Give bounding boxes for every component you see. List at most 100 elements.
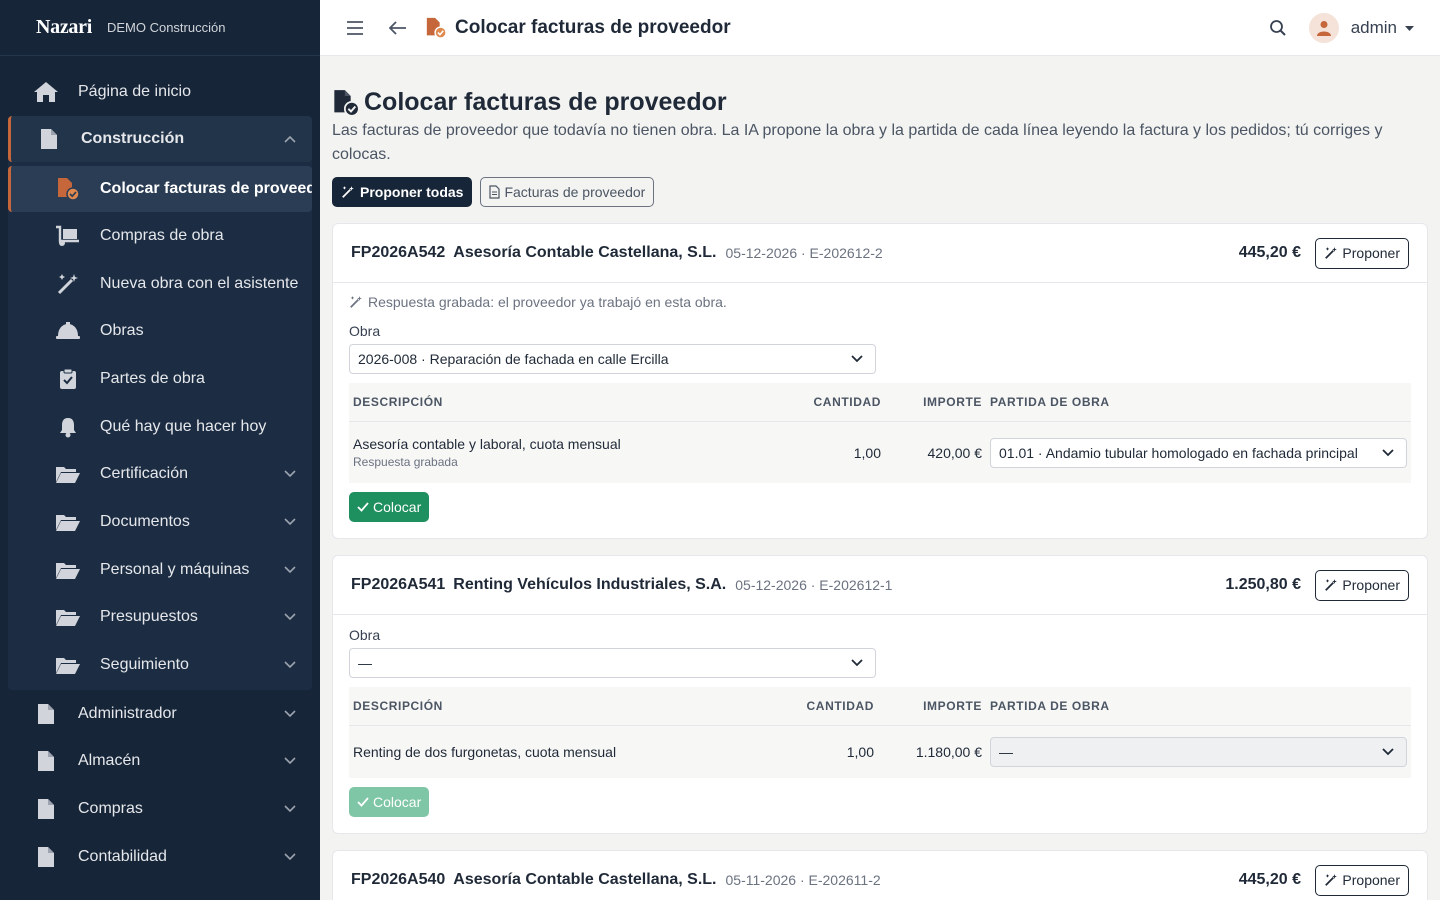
sidebar-item-compras-de-obra[interactable]: Compras de obra [8,212,312,260]
header-description: DESCRIPCIÓN [353,395,443,409]
sidebar-nav: Página de inicio Construcción Colocar fa… [0,56,320,881]
sidebar-item-label: Nueva obra con el asistente [100,274,299,292]
folder-open-icon [54,556,82,584]
invoice-lines-table: DESCRIPCIÓN CANTIDAD IMPORTE PARTIDA DE … [349,687,1411,778]
sidebar-item-contabilidad[interactable]: Contabilidad [0,833,320,881]
brand: Nazari DEMO Construcción [0,0,320,56]
invoice-number: FP2026A540 [351,871,446,888]
sidebar-item-obras[interactable]: Obras [8,307,312,355]
magic-wand-icon [349,295,363,309]
header-amount: IMPORTE [923,699,982,713]
chevron-down-icon [284,613,296,621]
sidebar-item-label: Seguimiento [100,656,189,674]
line-description-sub: Respuesta grabada [353,455,458,469]
sidebar-item-nueva-obra[interactable]: Nueva obra con el asistente [8,260,312,308]
chevron-down-icon [1382,448,1394,457]
caret-down-icon[interactable] [1405,25,1414,31]
file-icon [32,700,60,728]
chevron-up-icon [284,135,296,143]
sidebar-item-label: Obras [100,322,144,340]
sidebar-item-documentos[interactable]: Documentos [8,498,312,546]
header-item: PARTIDA DE OBRA [990,395,1110,409]
topbar-page-icon [425,17,447,39]
place-button[interactable]: Colocar [349,787,430,817]
invoice-meta: 05-11-2026 · E-202611-2 [725,872,881,888]
sidebar-item-home[interactable]: Página de inicio [0,70,320,114]
supplier-invoices-button[interactable]: Facturas de proveedor [480,177,655,207]
sidebar-item-personal-maquinas[interactable]: Personal y máquinas [8,546,312,594]
menu-toggle-button[interactable] [340,13,370,43]
propose-label: Proponer [1342,872,1400,888]
search-icon [1269,20,1286,36]
header-description: DESCRIPCIÓN [353,699,443,713]
chevron-down-icon [851,355,863,363]
page-actions: Proponer todas Facturas de proveedor [332,177,1428,207]
place-button[interactable]: Colocar [349,492,430,522]
avatar[interactable] [1308,13,1339,43]
obra-select[interactable]: 2026-008 · Reparación de fachada en call… [349,344,876,374]
table-row: Asesoría contable y laboral, cuota mensu… [349,422,1411,483]
propose-button[interactable]: Proponer [1315,569,1409,601]
chevron-down-icon [284,853,296,861]
page-description: Las facturas de proveedor que todavía no… [332,122,1383,163]
sidebar-item-label: Documentos [100,512,190,530]
place-label: Colocar [373,499,422,515]
sidebar-item-label: Compras de obra [100,226,224,244]
item-select-value: — [999,744,1013,760]
sidebar-item-administrador[interactable]: Administrador [0,690,320,738]
sidebar-item-label: Almacén [78,752,141,770]
magic-wand-icon [1324,578,1338,592]
obra-select[interactable]: — [349,648,876,678]
invoice-number: FP2026A542 [351,244,446,261]
invoice-supplier: Asesoría Contable Castellana, S.L. [453,871,717,888]
folder-open-icon [54,508,82,536]
propose-button[interactable]: Proponer [1315,237,1409,269]
sidebar-item-label: Página de inicio [78,83,191,100]
back-button[interactable] [383,13,413,43]
obra-select-value: 2026-008 · Reparación de fachada en call… [358,351,669,367]
line-amount: 420,00 € [927,444,983,461]
sidebar-item-partes-de-obra[interactable]: Partes de obra [8,355,312,403]
chevron-down-icon [851,659,863,667]
propose-label: Proponer [1342,245,1400,261]
chevron-down-icon [284,470,296,478]
page-header: Colocar facturas de proveedor [332,88,1428,117]
sidebar-item-label: Certificación [100,465,189,483]
invoice-header: FP2026A542 Asesoría Contable Castellana,… [333,224,1427,283]
magic-wand-icon [341,185,355,199]
item-select-value: 01.01 · Andamio tubular homologado en fa… [999,444,1358,461]
chevron-down-icon [284,710,296,718]
folder-open-icon [54,460,82,488]
sidebar-item-label: Administrador [78,704,177,722]
sidebar-item-label: Colocar facturas de proveedor [100,180,312,197]
sidebar-item-compras[interactable]: Compras [0,785,320,833]
sidebar-item-presupuestos[interactable]: Presupuestos [8,594,312,642]
sidebar-item-seguimiento[interactable]: Seguimiento [8,641,312,689]
item-select[interactable]: — [990,737,1407,767]
magic-wand-icon [1324,873,1338,887]
company-name: DEMO Construcción [106,20,226,35]
chevron-down-icon [284,661,296,669]
place-label: Colocar [373,794,422,810]
chevron-down-icon [1382,748,1394,756]
propose-button[interactable]: Proponer [1315,864,1409,896]
bell-icon [54,413,82,441]
brand-logo[interactable]: Nazari [36,16,92,39]
sidebar-item-label: Construcción [81,130,185,147]
line-quantity: 1,00 [853,444,881,461]
sidebar-group-header-construccion[interactable]: Construcción [8,116,312,162]
search-button[interactable] [1263,13,1293,43]
sidebar-item-que-hay-que-hacer[interactable]: Qué hay que hacer hoy [8,403,312,451]
check-icon [357,502,369,512]
topbar-right: admin [1263,0,1414,56]
line-description: Asesoría contable y laboral, cuota mensu… [353,436,621,452]
sidebar-item-colocar-facturas[interactable]: Colocar facturas de proveedor [8,166,312,212]
sidebar-item-certificacion[interactable]: Certificación [8,450,312,498]
user-menu-label[interactable]: admin [1351,18,1397,38]
item-select[interactable]: 01.01 · Andamio tubular homologado en fa… [990,437,1407,468]
sidebar-item-almacen[interactable]: Almacén [0,738,320,786]
sidebar-group-construccion: Construcción Colocar facturas de proveed… [8,116,312,690]
propose-all-button[interactable]: Proponer todas [332,177,473,207]
chevron-down-icon [284,805,296,813]
chevron-down-icon [284,566,296,574]
